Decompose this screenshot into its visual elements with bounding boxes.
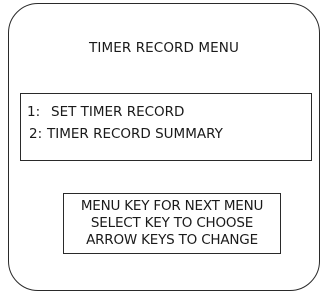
key-instructions-box: MENU KEY FOR NEXT MENU SELECT KEY TO CHO… [63,193,281,254]
instruction-menu-key: MENU KEY FOR NEXT MENU [80,198,264,214]
menu-options-box: 1: SET TIMER RECORD 2: TIMER RECORD SUMMAR… [20,93,312,161]
menu-item-set-timer-record[interactable]: 1: SET TIMER RECORD [27,104,184,120]
menu-item-label: TIMER RECORD SUMMARY [47,126,223,142]
tv-screen-frame: TIMER RECORD MENU 1: SET TIMER RECORD 2: T… [8,3,320,291]
menu-item-number: 2: [29,126,43,142]
menu-title: TIMER RECORD MENU [89,40,239,56]
menu-item-number: 1: [27,104,41,120]
instruction-arrow-keys: ARROW KEYS TO CHANGE [86,232,258,248]
menu-item-timer-record-summary[interactable]: 2: TIMER RECORD SUMMARY [29,126,223,142]
menu-item-label: SET TIMER RECORD [51,104,185,120]
instruction-select-key: SELECT KEY TO CHOOSE [90,215,254,231]
